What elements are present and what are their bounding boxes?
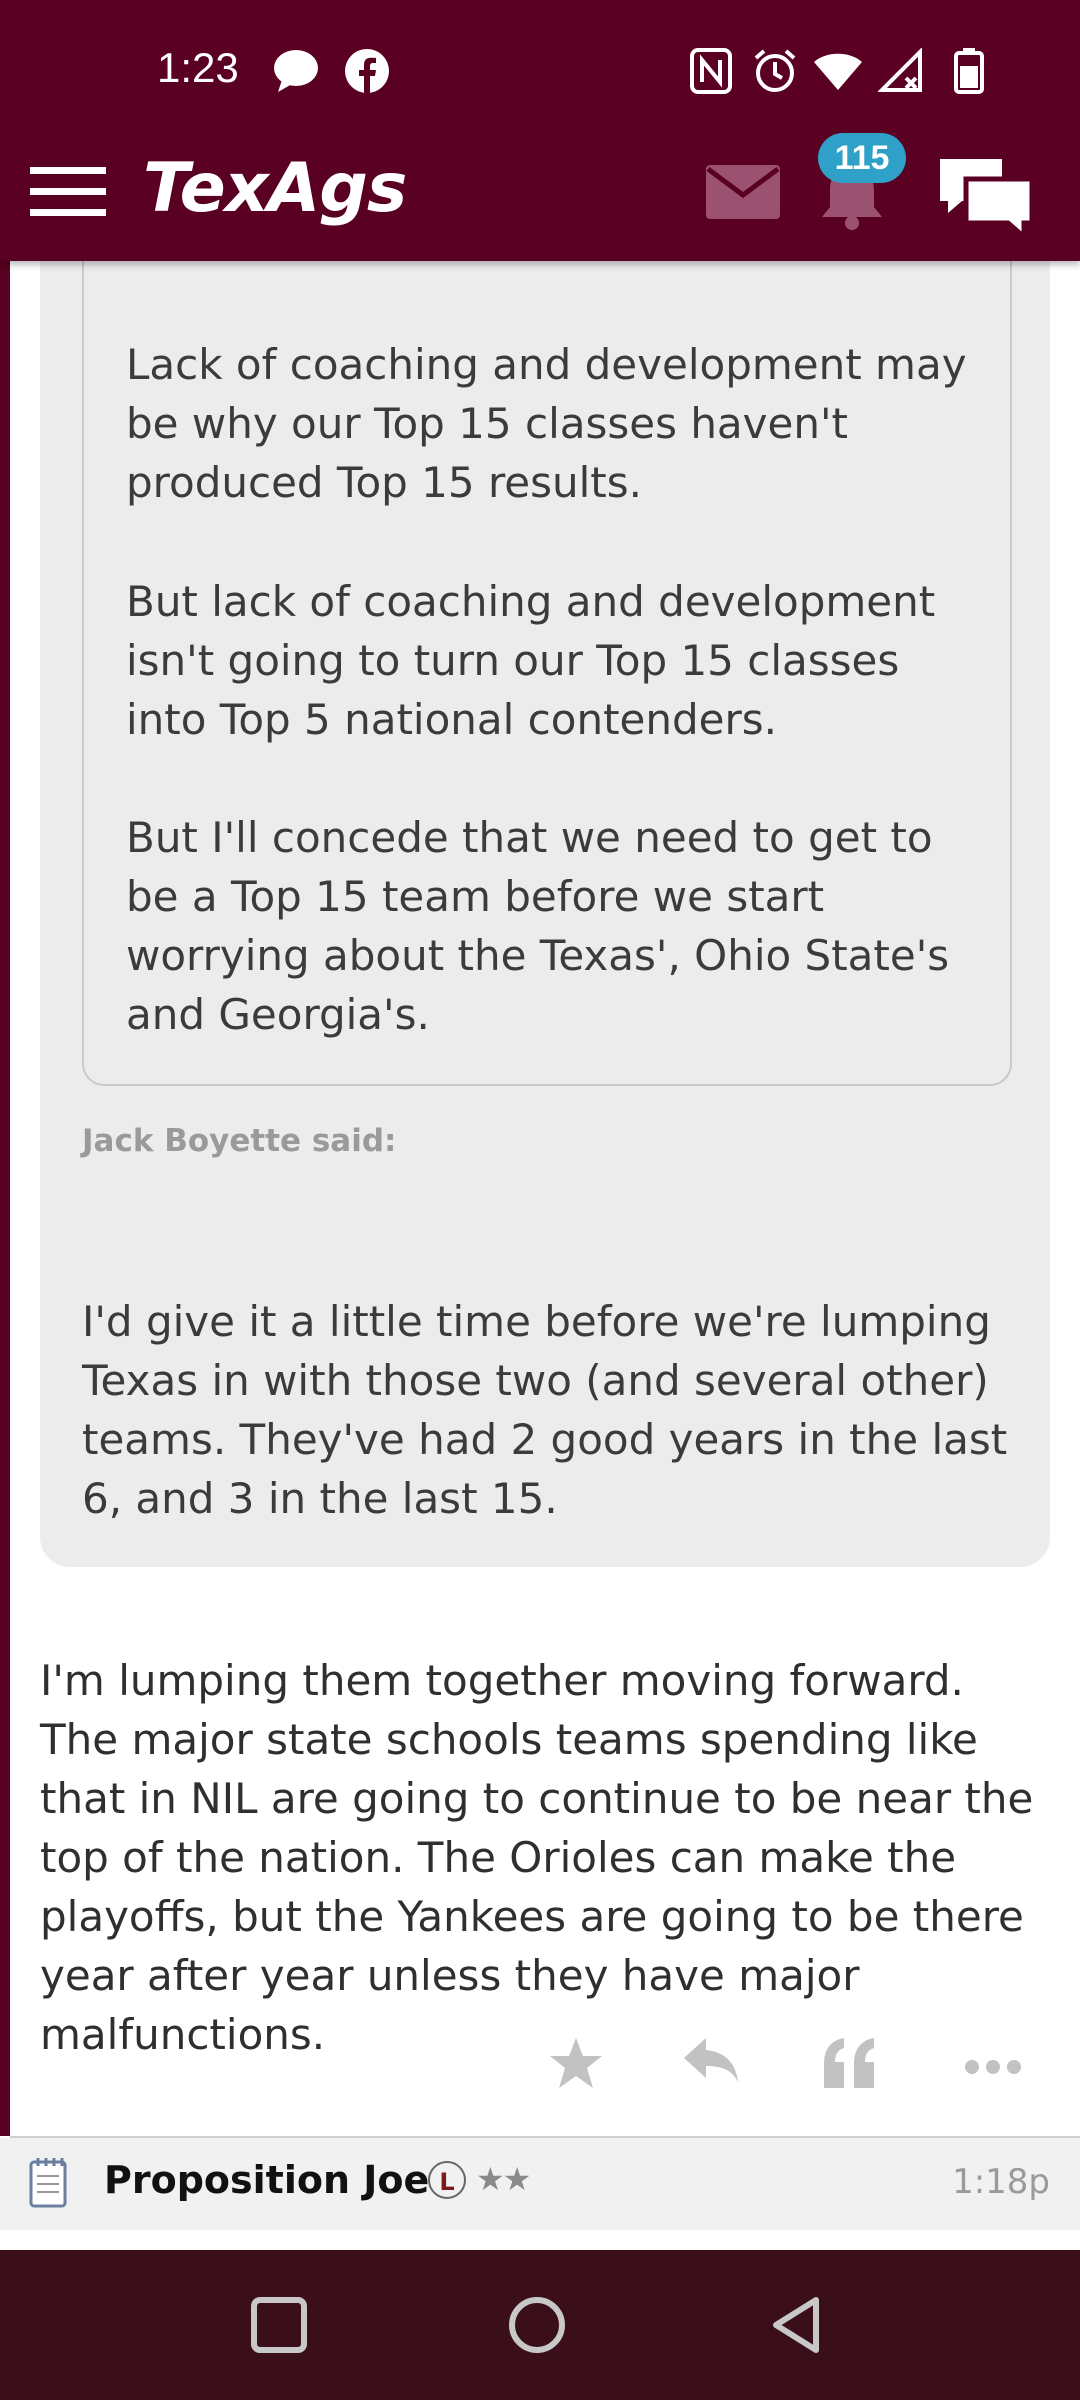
nested-quote-paragraph: But lack of coaching and development isn…	[126, 577, 936, 744]
quote-author-said[interactable]: Jack Boyette said:	[82, 1123, 396, 1159]
hamburger-menu-icon[interactable]	[30, 161, 106, 225]
star-icon[interactable]	[548, 2036, 604, 2094]
quote-icon[interactable]	[822, 2036, 876, 2092]
recent-apps-icon[interactable]	[244, 2290, 314, 2360]
battery-icon	[954, 48, 984, 98]
nested-quote-paragraph: But I'll concede that we need to get to …	[126, 813, 950, 1039]
post-timestamp: 1:18p	[952, 2162, 1050, 2202]
user-level-badge: L	[428, 2161, 466, 2199]
nfc-icon	[690, 48, 732, 98]
status-time: 1:23	[157, 44, 239, 91]
post-username[interactable]: Proposition Joe	[104, 2158, 429, 2202]
home-icon[interactable]	[502, 2290, 572, 2360]
next-post-header: Proposition Joe L ★★ 1:18p	[0, 2138, 1080, 2230]
quote-block: Lack of coaching and development may be …	[40, 261, 1050, 1567]
chat-bubble-icon	[272, 48, 320, 98]
more-options-icon[interactable]	[964, 2059, 1022, 2079]
facebook-icon	[344, 48, 390, 98]
user-star-rating: ★★	[476, 2160, 531, 2198]
chat-icon[interactable]	[936, 151, 1036, 245]
reply-icon[interactable]	[682, 2036, 740, 2088]
wifi-icon	[812, 48, 864, 98]
signal-icon	[877, 47, 924, 98]
back-icon[interactable]	[762, 2290, 832, 2360]
texags-logo[interactable]: TexAgs	[143, 149, 407, 228]
thread-content: Lack of coaching and development may be …	[0, 261, 1080, 2138]
mail-icon[interactable]	[706, 165, 780, 223]
post-body: I'm lumping them together moving forward…	[40, 1656, 1034, 2059]
notification-count-badge[interactable]: 115	[818, 133, 906, 183]
post-accent-rail	[0, 261, 10, 2136]
status-bar: 1:23	[0, 0, 1080, 143]
app-header: TexAgs 115	[0, 133, 1080, 261]
nested-quote-block: Lack of coaching and development may be …	[82, 261, 1012, 1086]
notepad-icon	[28, 2156, 68, 2212]
nested-quote-paragraph: Lack of coaching and development may be …	[126, 340, 967, 507]
quote-text: I'd give it a little time before we're l…	[82, 1297, 1008, 1523]
alarm-icon	[752, 48, 798, 98]
system-navigation-bar	[0, 2250, 1080, 2400]
